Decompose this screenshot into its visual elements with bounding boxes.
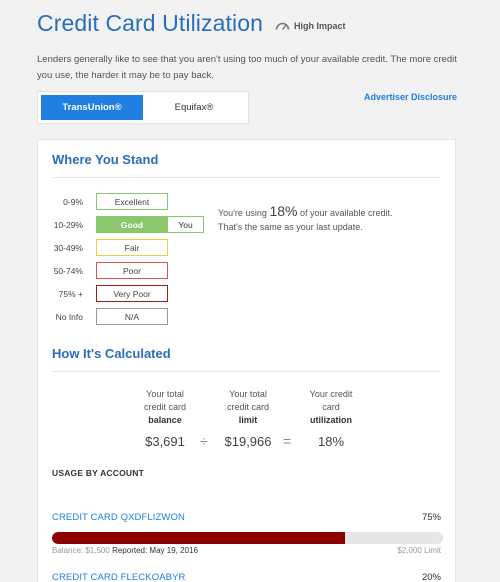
scale-range-no-info: No Info [55,312,83,322]
speedometer-icon [275,22,290,30]
where-you-stand-title: Where You Stand [52,152,159,167]
advertiser-disclosure-link[interactable]: Advertiser Disclosure [364,92,457,102]
scale-good: Good You [96,216,204,233]
utilization-heading-bold: utilization [310,415,352,425]
scale-fair: Fair [96,239,168,256]
limit-heading-line2: credit card [226,402,270,412]
intro-text: Lenders generally like to see that you a… [37,54,457,81]
tab-transunion[interactable]: TransUnion® [41,95,143,120]
account-name-link[interactable]: CREDIT CARD FLECKOABYR [52,572,185,582]
balance-heading-line2: credit card [143,402,187,412]
scale-good-label: Good [120,219,144,230]
usage-suffix: of your available credit. [300,208,393,218]
balance-heading: Your total credit card balance [132,388,198,427]
limit-value: $19,966 [224,434,272,449]
usage-prefix: You're using [218,208,267,218]
tab-equifax[interactable]: Equifax® [143,95,245,120]
utilization-value: 18% [317,434,345,449]
balance-value: $3,691 [145,434,185,449]
account-limit: $2,000 Limit [397,546,441,555]
account-balance-meta: Balance: $1,500 Reported: May 19, 2016 [52,546,198,555]
utilization-bar-fill [52,532,346,544]
balance-heading-line1: Your total [146,389,184,399]
scale-range-good: 10-29% [53,220,83,230]
limit-heading: Your total credit card limit [215,388,281,427]
page-title: Credit Card Utilization [37,10,263,36]
account-name-link[interactable]: CREDIT CARD QXDFLIZWON [52,512,185,523]
divider [52,371,441,372]
scale-very-poor: Very Poor [96,285,168,302]
scale-poor: Poor [96,262,168,279]
usage-comparison: That's the same as your last update. [218,222,363,232]
divider [52,177,441,178]
scale-range-fair: 30-49% [53,243,83,253]
divide-sign: ÷ [200,433,208,449]
usage-by-account-label: USAGE BY ACCOUNT [52,468,144,478]
page-header: Credit Card Utilization High Impact [37,10,346,37]
utilization-heading-line1: Your credit [309,389,353,399]
utilization-heading: Your credit card utilization [298,388,364,427]
usage-summary: You're using 18% of your available credi… [218,204,418,234]
scale-range-excellent: 0-9% [63,197,83,207]
scale-range-poor: 50-74% [53,266,83,276]
account-utilization-percent: 75% [421,512,441,523]
scale-range-very-poor: 75% + [58,289,83,299]
account-balance: Balance: $1,500 [52,546,110,555]
utilization-heading-line2: card [322,402,340,412]
limit-heading-line1: Your total [229,389,267,399]
impact-label: High Impact [294,20,346,31]
how-calculated-title: How It's Calculated [52,346,171,361]
bureau-tabs: TransUnion® Equifax® [37,91,249,124]
account-reported-date: Reported: May 19, 2016 [112,546,198,555]
scale-excellent: Excellent [96,193,168,210]
utilization-bar [52,532,443,544]
impact-badge: High Impact [275,21,346,31]
equals-sign: = [283,433,292,449]
limit-heading-bold: limit [238,415,258,425]
scale-na: N/A [96,308,168,325]
account-utilization-percent: 20% [421,572,441,582]
you-marker: You [168,216,204,233]
utilization-card: Where You Stand 0-9% Excellent 10-29% Go… [37,139,456,582]
balance-heading-bold: balance [148,415,182,425]
usage-percent: 18% [269,203,298,219]
